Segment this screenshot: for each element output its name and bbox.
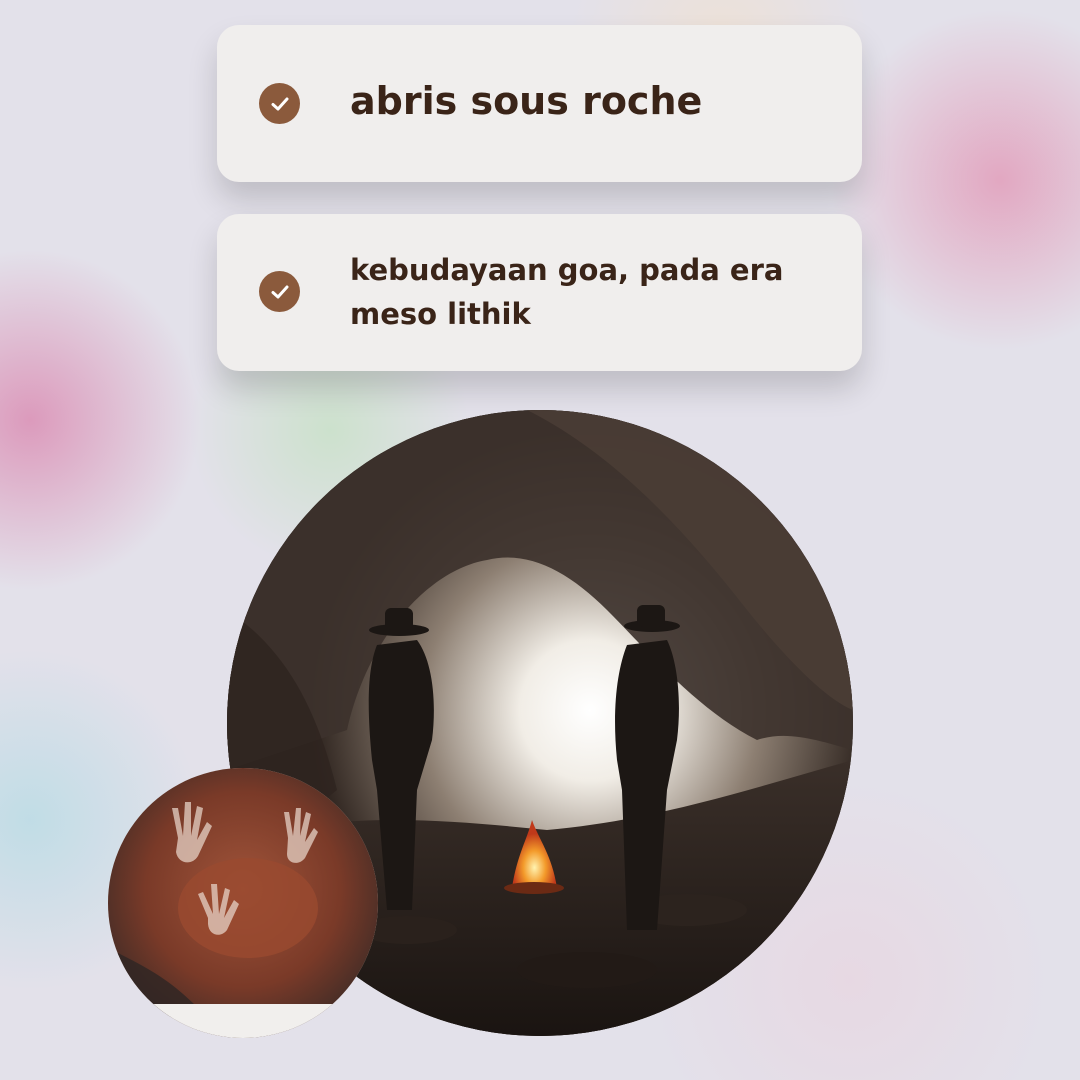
card-text: kebudayaan goa, pada era meso lithik: [350, 253, 784, 331]
check-circle-icon: [259, 83, 300, 124]
list-card-2: kebudayaan goa, pada era meso lithik: [217, 214, 862, 371]
check-circle-icon: [259, 271, 300, 312]
card-text: abris sous roche: [350, 79, 703, 123]
cave-painting-photo: [108, 768, 378, 1038]
list-card-1: abris sous roche: [217, 25, 862, 182]
